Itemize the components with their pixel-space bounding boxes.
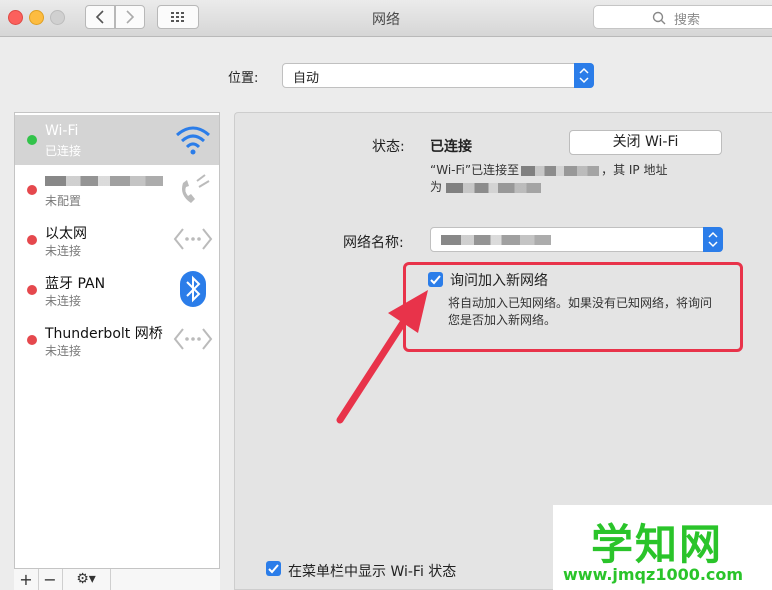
- redacted-text: [446, 182, 542, 193]
- remove-service-button[interactable]: −: [38, 569, 63, 590]
- service-status: 未配置: [45, 194, 82, 208]
- service-name: Wi-Fi: [45, 123, 79, 139]
- watermark-main: 学知网: [591, 520, 724, 569]
- search-icon: [652, 11, 666, 25]
- service-phone[interactable]: 未配置: [15, 165, 219, 215]
- service-name: Thunderbolt 网桥: [45, 326, 163, 342]
- title-bar: 网络 搜索: [0, 0, 772, 37]
- service-status: 未连接: [45, 344, 82, 358]
- location-select[interactable]: 自动: [282, 63, 594, 88]
- service-ethernet[interactable]: 以太网 未连接: [15, 215, 219, 265]
- phone-icon: [182, 174, 210, 203]
- show-in-menubar-checkbox[interactable]: [266, 561, 281, 576]
- status-dot: [27, 335, 37, 345]
- select-arrows-icon: [703, 227, 723, 252]
- redacted-text: [441, 235, 551, 245]
- status-value: 已连接: [430, 139, 472, 155]
- service-bluetooth-pan[interactable]: 蓝牙 PAN 未连接: [15, 265, 219, 315]
- redacted-text: [45, 176, 163, 186]
- service-name: 以太网: [45, 226, 87, 242]
- status-description: “Wi-Fi”已连接至 ，其 IP 地址 为: [430, 163, 668, 194]
- network-name-select[interactable]: [430, 227, 723, 252]
- watermark-sub: www.jmqz1000.com: [563, 565, 744, 584]
- status-dot: [27, 235, 37, 245]
- watermark: 学知网 www.jmqz1000.com: [553, 505, 772, 590]
- service-list: Wi-Fi 已连接 未配置 以太网 未连接 蓝牙 PAN 未连接 Thunder…: [14, 112, 220, 590]
- gear-menu-button[interactable]: ⚙▾: [62, 569, 111, 590]
- service-status: 已连接: [45, 144, 82, 158]
- service-name: 蓝牙 PAN: [45, 276, 106, 292]
- turn-off-wifi-button[interactable]: 关闭 Wi-Fi: [569, 130, 722, 155]
- highlight-box: [403, 262, 743, 352]
- checkmark-icon: [268, 564, 279, 574]
- wifi-icon: [176, 126, 210, 155]
- service-status: 未连接: [45, 244, 82, 258]
- service-wifi[interactable]: Wi-Fi 已连接: [15, 115, 219, 165]
- ethernet-icon: [173, 228, 213, 250]
- service-status: 未连接: [45, 294, 82, 308]
- ethernet-icon: [173, 328, 213, 350]
- location-label: 位置:: [228, 71, 259, 86]
- service-name: [45, 173, 163, 189]
- location-value: 自动: [293, 71, 320, 86]
- redacted-text: [521, 165, 600, 176]
- search-placeholder: 搜索: [674, 13, 701, 28]
- service-list-toolbar: + − ⚙▾: [14, 568, 220, 590]
- select-arrows-icon: [574, 63, 594, 88]
- service-thunderbolt-bridge[interactable]: Thunderbolt 网桥 未连接: [15, 315, 219, 365]
- status-dot: [27, 285, 37, 295]
- status-label: 状态:: [372, 139, 405, 155]
- bluetooth-icon: [180, 271, 206, 307]
- status-dot: [27, 135, 37, 145]
- status-dot: [27, 185, 37, 195]
- add-service-button[interactable]: +: [14, 569, 39, 590]
- annotation-arrow-icon: [336, 290, 428, 424]
- search-field[interactable]: 搜索: [593, 5, 772, 29]
- show-in-menubar-label: 在菜单栏中显示 Wi-Fi 状态: [288, 564, 457, 580]
- network-name-label: 网络名称:: [343, 235, 404, 251]
